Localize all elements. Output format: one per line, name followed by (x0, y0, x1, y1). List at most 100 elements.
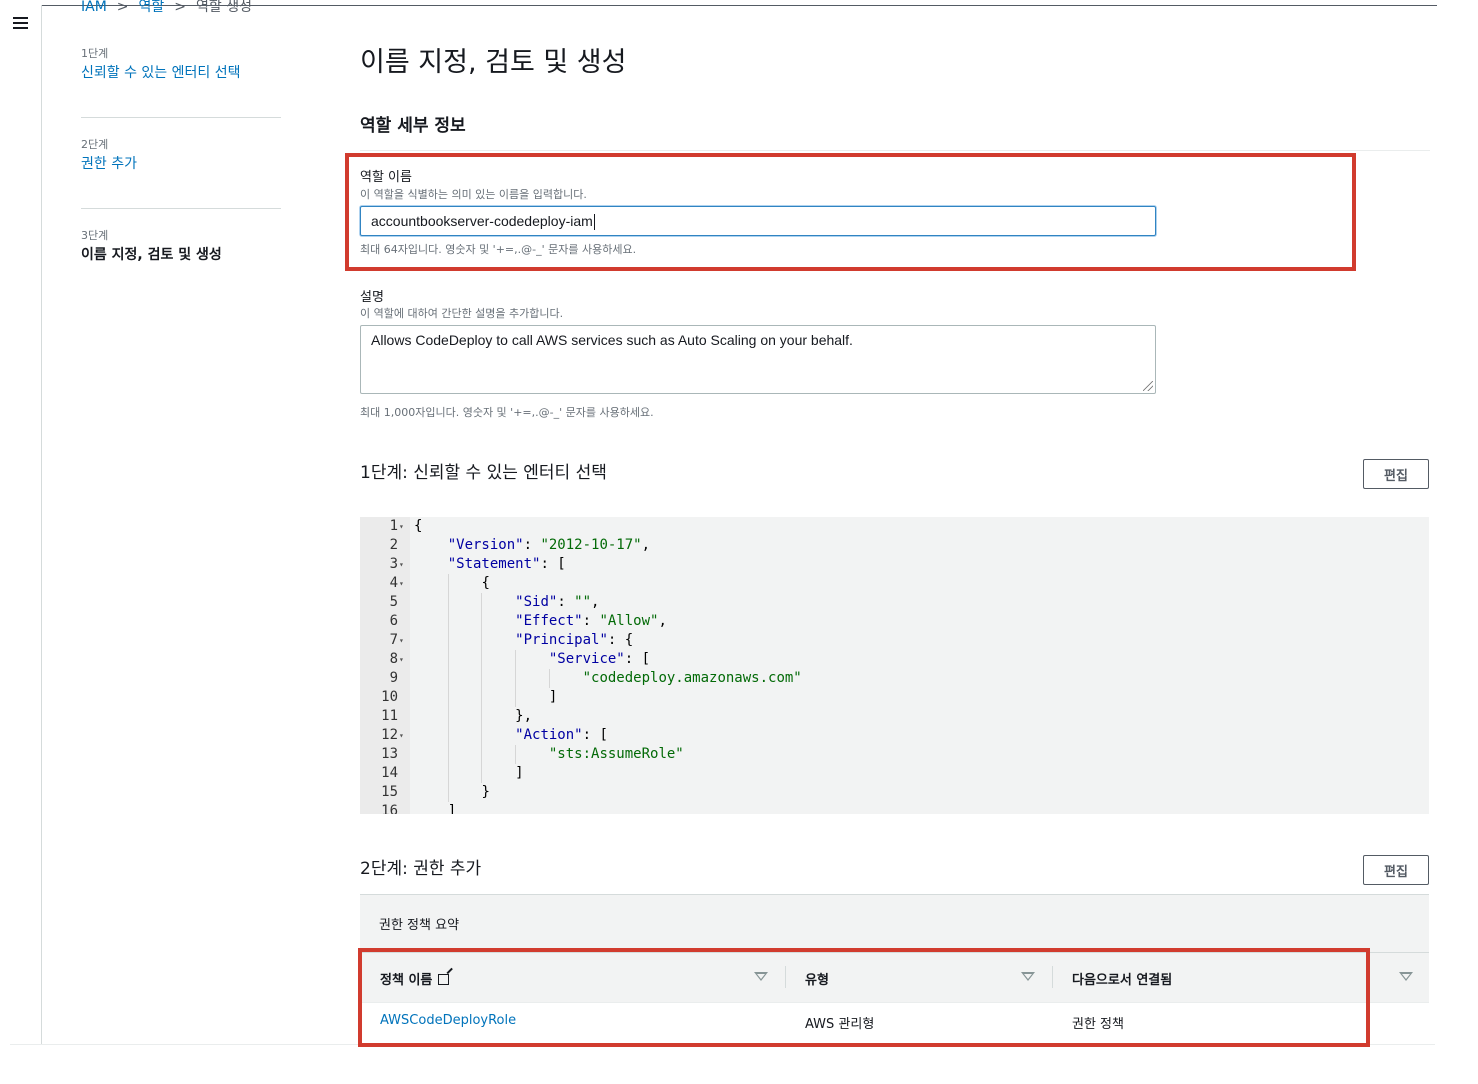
json-string: "2012-10-17" (540, 537, 642, 553)
wizard-steps: 1단계 신뢰할 수 있는 엔터티 선택 2단계 권한 추가 3단계 이름 지정,… (81, 46, 281, 299)
json-key: "Action" (515, 727, 583, 743)
fold-arrow-icon[interactable]: ▾ (399, 517, 404, 536)
indent-guide (447, 631, 449, 650)
code-line: 11}, (360, 707, 1429, 726)
trust-policy-code-editor[interactable]: 1 ▾{2 "Version": "2012-10-17", 3 ▾ "Statement… (360, 517, 1429, 814)
json-key: "Service" (548, 651, 625, 667)
line-number: 7 (389, 632, 398, 648)
description-value: Allows CodeDeploy to call AWS services s… (371, 332, 853, 348)
policy-attached-as: 권한 정책 (1072, 1017, 1124, 1032)
description-constraint: 최대 1,000자입니다. 영숫자 및 '+=,.@-_' 문자를 사용하세요. (360, 406, 654, 419)
step1-heading: 1단계: 신뢰할 수 있는 엔터티 선택 (360, 463, 607, 483)
step1-edit-button[interactable]: 편집 (1363, 459, 1429, 489)
step-1-link[interactable]: 신뢰할 수 있는 엔터티 선택 (81, 62, 281, 84)
code-text: ] (548, 689, 558, 705)
sort-down-icon[interactable] (1399, 972, 1413, 981)
json-string: "sts:AssumeRole" (548, 746, 684, 762)
line-number: 5 (389, 594, 398, 610)
fold-arrow-icon[interactable]: ▾ (399, 650, 404, 669)
code-line: 5 "Sid": "", (360, 593, 1429, 612)
section-divider (360, 150, 1430, 151)
role-details-heading: 역할 세부 정보 (360, 116, 466, 136)
code-text: }, (515, 708, 533, 724)
indent-guide (481, 631, 483, 650)
code-text: ] (447, 803, 457, 814)
json-key: "Version" (447, 537, 524, 553)
line-number: 13 (381, 746, 398, 762)
column-policy-name[interactable]: 정책 이름 (380, 969, 450, 988)
line-number: 8 (389, 651, 398, 667)
step-2-link[interactable]: 권한 추가 (81, 153, 281, 175)
fold-arrow-icon[interactable]: ▾ (399, 574, 404, 593)
code-text: { (414, 518, 423, 534)
step2-heading: 2단계: 권한 추가 (360, 859, 482, 879)
indent-guide (447, 745, 449, 764)
resize-handle[interactable] (1143, 381, 1153, 391)
code-text: "Effect": "Allow", (515, 613, 667, 629)
role-name-label: 역할 이름 (360, 170, 412, 185)
breadcrumb-iam[interactable]: IAM (81, 0, 107, 15)
column-attached-as[interactable]: 다음으로서 연결됨 (1072, 969, 1172, 988)
line-number: 11 (381, 708, 398, 724)
policy-name-link[interactable]: AWSCodeDeployRole (380, 1013, 516, 1028)
line-number: 4 (389, 575, 398, 591)
fold-arrow-icon[interactable]: ▾ (399, 555, 404, 574)
indent-guide (447, 574, 449, 593)
code-line: 13 "sts:AssumeRole" (360, 745, 1429, 764)
indent-guide (481, 612, 483, 631)
line-number: 2 (389, 537, 398, 553)
code-text: "sts:AssumeRole" (549, 745, 684, 764)
line-number: 16 (381, 803, 398, 814)
sort-down-icon[interactable] (754, 972, 768, 981)
indent-guide (447, 707, 449, 726)
indent-guide (481, 688, 483, 707)
indent-guide (515, 688, 517, 707)
step-2: 2단계 권한 추가 (81, 137, 281, 209)
breadcrumb-roles[interactable]: 역할 (139, 0, 165, 15)
code-text: } (481, 784, 490, 800)
breadcrumb: IAM > 역할 > 역할 생성 (81, 0, 252, 16)
indent-guide (447, 593, 449, 612)
json-key: "Principal" (515, 632, 608, 648)
line-number: 1 (389, 518, 398, 534)
code-line: 1 ▾ { (360, 517, 1429, 536)
description-hint: 이 역할에 대하여 간단한 설명을 추가합니다. (360, 307, 564, 320)
code-text: "Version": "2012-10-17", (447, 537, 651, 553)
line-number: 10 (381, 689, 398, 705)
code-line: 4 ▾ { (360, 574, 1429, 593)
role-name-input[interactable]: accountbookserver-codedeploy-iam (360, 206, 1156, 236)
column-type[interactable]: 유형 (805, 969, 829, 988)
line-number: 14 (381, 765, 398, 781)
external-link-icon (438, 974, 450, 985)
policy-type: AWS 관리형 (805, 1017, 875, 1032)
description-label: 설명 (360, 290, 384, 305)
step-number: 3단계 (81, 229, 109, 242)
step2-edit-button[interactable]: 편집 (1363, 855, 1429, 885)
line-number: 3 (389, 556, 398, 572)
permissions-summary-bar (360, 895, 1429, 952)
indent-guide (447, 726, 449, 745)
breadcrumb-create-role: 역할 생성 (196, 0, 253, 15)
json-key: "Statement" (447, 556, 541, 572)
code-line: 16] (360, 802, 1429, 814)
permissions-summary-label: 권한 정책 요약 (379, 918, 460, 933)
fold-arrow-icon[interactable]: ▾ (399, 726, 404, 745)
sort-down-icon[interactable] (1021, 972, 1035, 981)
indent-guide (515, 745, 517, 764)
policy-table-header (360, 952, 1429, 1003)
role-name-constraint: 최대 64자입니다. 영숫자 및 '+=,.@-_' 문자를 사용하세요. (360, 243, 637, 256)
description-textarea[interactable]: Allows CodeDeploy to call AWS services s… (360, 325, 1156, 394)
menu-icon[interactable] (13, 17, 28, 32)
role-name-description: 이 역할을 식별하는 의미 있는 이름을 입력합니다. (360, 188, 587, 201)
indent-guide (515, 669, 517, 688)
indent-guide (447, 764, 449, 783)
line-number: 6 (389, 613, 398, 629)
fold-arrow-icon[interactable]: ▾ (399, 631, 404, 650)
code-text: "Statement": [ (447, 556, 566, 572)
indent-guide (447, 688, 449, 707)
chevron-right-icon: > (116, 0, 129, 15)
code-text: "codedeploy.amazonaws.com" (583, 669, 802, 688)
indent-guide (481, 726, 483, 745)
code-text: "Principal": { (515, 632, 634, 648)
indent-guide (447, 783, 449, 802)
